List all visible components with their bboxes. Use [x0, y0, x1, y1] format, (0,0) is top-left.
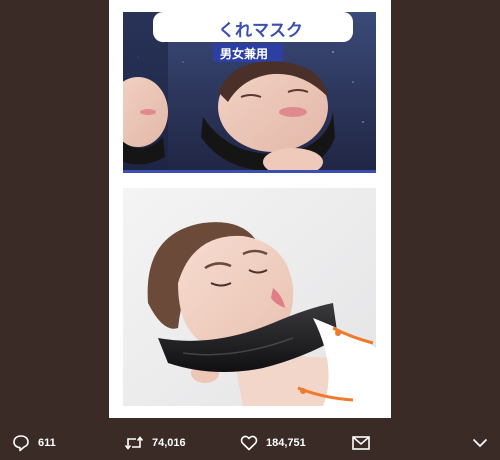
like-count: 184,751	[266, 436, 306, 449]
like-button[interactable]: 184,751	[240, 425, 306, 460]
reply-button[interactable]: 611	[12, 425, 56, 460]
person-tape-image[interactable]	[123, 188, 376, 406]
package-subtitle-text: 男女兼用	[220, 46, 268, 61]
retweet-button[interactable]: 74,016	[124, 425, 186, 460]
tweet-media-viewer: くれマスク 男女兼用 611 74,016 184,751	[0, 0, 500, 460]
tweet-action-bar: 611 74,016 184,751	[0, 425, 500, 460]
envelope-icon	[352, 435, 370, 450]
chevron-down-icon	[472, 438, 488, 448]
retweet-count: 74,016	[152, 436, 186, 449]
product-package-image[interactable]: くれマスク 男女兼用	[123, 12, 376, 183]
more-options-button[interactable]	[472, 425, 488, 460]
media-card: くれマスク 男女兼用	[109, 0, 391, 418]
speech-bubble-icon	[12, 434, 30, 452]
retweet-arrows-icon	[124, 434, 144, 452]
heart-outline-icon	[240, 434, 258, 451]
reply-count: 611	[38, 436, 56, 449]
direct-message-button[interactable]	[352, 425, 370, 460]
package-title-text: くれマスク	[218, 21, 303, 40]
